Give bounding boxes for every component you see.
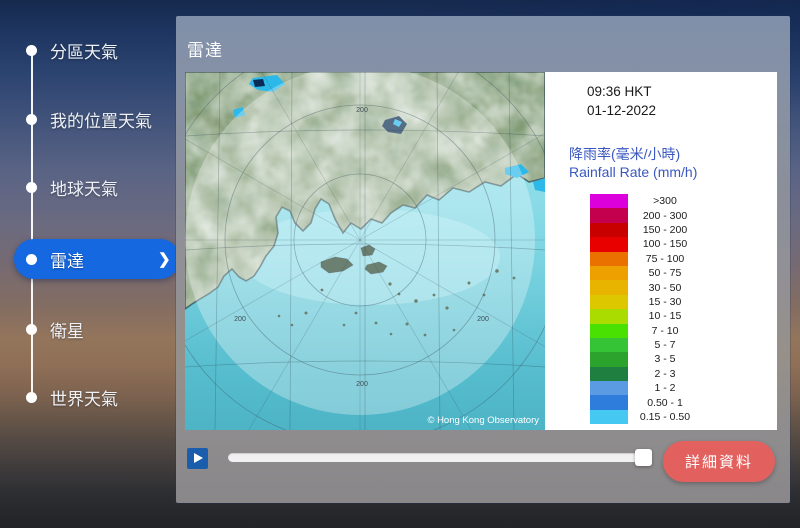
legend-color-swatch (590, 251, 628, 266)
radar-legend-panel: 09:36 HKT 01-12-2022 降雨率(毫米/小時) Rainfall… (545, 72, 777, 430)
timeline-dot-icon (26, 253, 37, 265)
timeline-dot-icon (26, 44, 37, 56)
legend-range-label: 1 - 2 (654, 382, 676, 395)
legend-row: 150 - 200 (590, 222, 702, 238)
sidebar-item-label: 世界天氣 (50, 389, 118, 409)
legend-row: 0.50 - 1 (590, 395, 702, 410)
legend-row: 2 - 3 (590, 366, 702, 382)
legend-color-swatch (590, 366, 628, 382)
legend-color-swatch (590, 337, 628, 353)
animation-slider-track[interactable] (228, 453, 652, 462)
legend-range-label: 5 - 7 (654, 339, 676, 352)
legend-row: 200 - 300 (590, 208, 702, 223)
radar-map-image: 200 200 200 200 © Hong Kong Observatory (185, 72, 545, 430)
legend-row: 75 - 100 (590, 251, 702, 266)
page-title: 雷達 (187, 41, 223, 60)
legend-range-label: 50 - 75 (648, 267, 682, 280)
legend-row: 50 - 75 (590, 265, 702, 281)
radar-date: 01-12-2022 (587, 103, 657, 118)
animation-slider-handle[interactable] (635, 449, 652, 466)
play-icon (194, 453, 203, 463)
copyright-text: © Hong Kong Observatory (427, 415, 539, 426)
play-button[interactable] (187, 448, 208, 469)
rainfall-legend: >300 200 - 300 150 - 200 100 - 150 75 - 100 5… (590, 194, 702, 425)
range-ring-label: 200 (356, 107, 368, 114)
sidebar-item-label: 衛星 (50, 321, 84, 341)
legend-range-label: 3 - 5 (654, 353, 676, 366)
legend-range-label: 30 - 50 (648, 281, 682, 294)
sidebar-item-satellite[interactable]: 衛星 (0, 309, 176, 349)
timeline-dot-icon (26, 113, 37, 125)
legend-color-swatch (590, 208, 628, 223)
legend-range-label: 10 - 15 (648, 310, 682, 323)
legend-title-zh: 降雨率(毫米/小時) (569, 146, 681, 162)
sidebar-item-label: 我的位置天氣 (50, 111, 152, 131)
legend-row: 15 - 30 (590, 294, 702, 310)
legend-range-label: 7 - 10 (651, 324, 679, 337)
legend-color-swatch (590, 294, 628, 310)
legend-range-label: 200 - 300 (642, 209, 688, 222)
legend-range-label: 2 - 3 (654, 367, 676, 380)
legend-range-label: 75 - 100 (645, 252, 685, 265)
legend-row: 30 - 50 (590, 280, 702, 295)
legend-color-swatch (590, 323, 628, 338)
legend-row: 100 - 150 (590, 237, 702, 252)
legend-color-swatch (590, 265, 628, 281)
legend-range-label: 15 - 30 (648, 295, 682, 308)
radar-panel: 雷達 200 200 200 200 © Hong Kong Observato… (176, 16, 790, 503)
legend-row: 5 - 7 (590, 337, 702, 353)
detail-button[interactable]: 詳細資料 (663, 441, 775, 482)
legend-color-swatch (590, 280, 628, 295)
legend-row: >300 (590, 194, 702, 209)
chevron-right-icon: ❯ (158, 251, 171, 268)
legend-row: 10 - 15 (590, 309, 702, 324)
active-item-pill (14, 239, 180, 279)
radar-figure: 200 200 200 200 © Hong Kong Observatory … (185, 72, 777, 430)
sidebar-item-earth-weather[interactable]: 地球天氣 (0, 167, 176, 207)
sidebar-item-radar[interactable]: 雷達 ❯ (0, 239, 180, 279)
legend-color-swatch (590, 222, 628, 238)
legend-row: 0.15 - 0.50 (590, 409, 702, 425)
legend-range-label: 0.15 - 0.50 (639, 411, 691, 424)
detail-button-label: 詳細資料 (684, 454, 753, 471)
legend-color-swatch (590, 352, 628, 367)
legend-row: 7 - 10 (590, 323, 702, 338)
timeline-dot-icon (26, 323, 37, 335)
range-ring-label: 200 (234, 316, 246, 323)
legend-color-swatch (590, 309, 628, 324)
legend-range-label: >300 (653, 195, 677, 208)
legend-color-swatch (590, 409, 628, 425)
timeline-dot-icon (26, 181, 37, 193)
sidebar-item-label: 地球天氣 (50, 179, 118, 199)
legend-color-swatch (590, 395, 628, 410)
legend-range-label: 150 - 200 (642, 223, 688, 236)
legend-row: 1 - 2 (590, 381, 702, 396)
legend-row: 3 - 5 (590, 352, 702, 367)
sidebar-item-label: 雷達 (50, 251, 84, 271)
legend-color-swatch (590, 237, 628, 252)
range-ring-label: 200 (356, 381, 368, 388)
legend-color-swatch (590, 194, 628, 209)
range-ring-label: 200 (477, 316, 489, 323)
radar-time: 09:36 HKT (587, 84, 652, 99)
sidebar-item-label: 分區天氣 (50, 42, 118, 62)
legend-title-en: Rainfall Rate (mm/h) (569, 164, 698, 180)
legend-range-label: 0.50 - 1 (647, 396, 683, 409)
radar-timestamp: 09:36 HKT 01-12-2022 (587, 82, 656, 120)
sidebar-item-my-location-weather[interactable]: 我的位置天氣 (0, 99, 176, 139)
sidebar-item-world-weather[interactable]: 世界天氣 (0, 377, 176, 417)
timeline-dot-icon (26, 391, 37, 403)
legend-range-label: 100 - 150 (642, 238, 688, 251)
legend-color-swatch (590, 381, 628, 396)
sidebar-item-district-weather[interactable]: 分區天氣 (0, 30, 176, 70)
